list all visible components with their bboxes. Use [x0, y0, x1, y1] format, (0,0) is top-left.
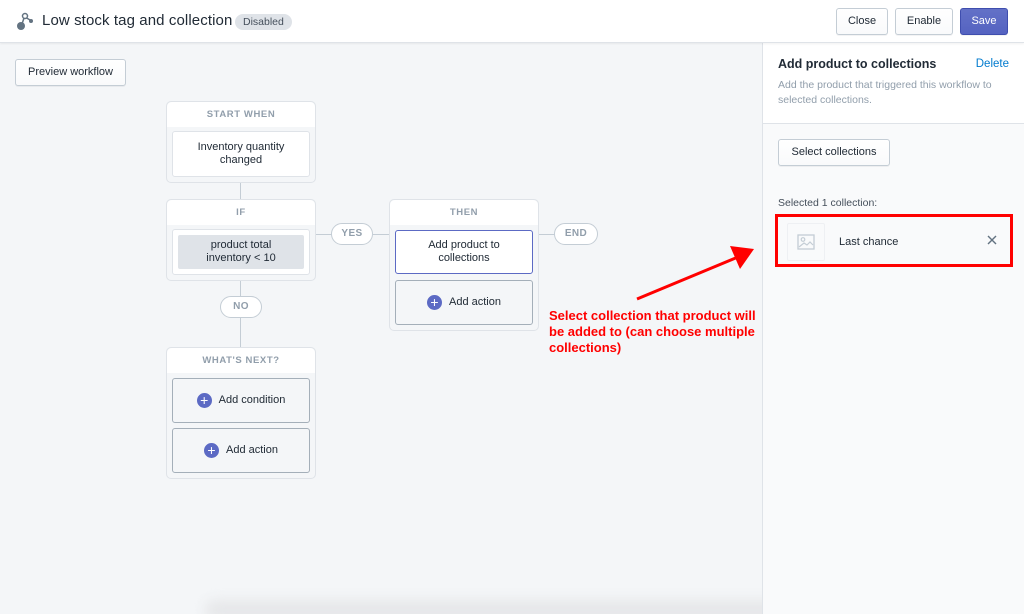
save-button[interactable]: Save: [960, 8, 1008, 35]
yes-pill: YES: [331, 223, 373, 245]
selected-count-label: Selected 1 collection:: [778, 197, 878, 209]
whats-next-header: WHAT'S NEXT?: [167, 348, 315, 373]
no-pill: NO: [220, 296, 262, 318]
start-when-header: START WHEN: [167, 102, 315, 127]
image-placeholder-icon: [787, 223, 825, 261]
panel-header: Add product to collections Delete Add th…: [763, 43, 1024, 124]
start-when-node: START WHEN Inventory quantity changed: [166, 101, 316, 183]
connector-start-if: [240, 182, 241, 200]
plus-circle-icon: +: [204, 443, 219, 458]
panel-description: Add the product that triggered this work…: [778, 79, 992, 106]
plus-circle-icon: +: [427, 295, 442, 310]
add-action-label: Add action: [449, 296, 501, 308]
end-pill: END: [554, 223, 598, 245]
collection-name: Last chance: [839, 236, 899, 248]
whats-next-node: WHAT'S NEXT? + Add condition + Add actio…: [166, 347, 316, 479]
preview-workflow-button[interactable]: Preview workflow: [15, 59, 126, 86]
condition-card[interactable]: product total inventory < 10: [172, 229, 310, 275]
connector-yes-then: [373, 234, 390, 235]
add-action-button[interactable]: + Add action: [172, 428, 310, 473]
select-collections-button[interactable]: Select collections: [778, 139, 890, 166]
then-header: THEN: [390, 200, 538, 225]
plus-circle-icon: +: [196, 393, 212, 408]
connector-then-end: [538, 234, 555, 235]
workflow-icon: [17, 12, 33, 30]
annotation-arrow: [636, 246, 754, 301]
add-condition-label: Add condition: [218, 394, 286, 406]
action-label: Add product to collections: [428, 239, 500, 264]
trigger-card[interactable]: Inventory quantity changed: [172, 131, 310, 177]
connector-if-yes: [315, 234, 332, 235]
close-icon[interactable]: [985, 233, 999, 247]
collection-item: Last chance: [775, 214, 1013, 267]
action-card-add-to-collections[interactable]: Add product to collections: [395, 230, 533, 274]
condition-inner: product total inventory < 10: [178, 235, 304, 269]
if-header: IF: [167, 200, 315, 225]
action-settings-panel: Add product to collections Delete Add th…: [762, 43, 1024, 614]
panel-title: Add product to collections: [778, 57, 937, 71]
annotation-text: Select collection that product will be a…: [549, 308, 756, 355]
status-badge: Disabled: [235, 14, 292, 30]
trigger-label: Inventory quantity changed: [197, 141, 285, 166]
enable-button[interactable]: Enable: [895, 8, 953, 35]
then-add-action-button[interactable]: + Add action: [395, 280, 533, 325]
add-action-label: Add action: [226, 444, 278, 456]
condition-label: product total inventory < 10: [206, 239, 276, 264]
workflow-title: Low stock tag and collection: [42, 12, 233, 29]
bottom-shadow: [205, 600, 815, 614]
if-node: IF product total inventory < 10: [166, 199, 316, 281]
add-condition-button[interactable]: + Add condition: [172, 378, 310, 423]
delete-link[interactable]: Delete: [976, 58, 1009, 70]
then-node: THEN Add product to collections + Add ac…: [389, 199, 539, 331]
top-bar: Low stock tag and collection Disabled Cl…: [0, 0, 1024, 43]
close-button[interactable]: Close: [836, 8, 888, 35]
